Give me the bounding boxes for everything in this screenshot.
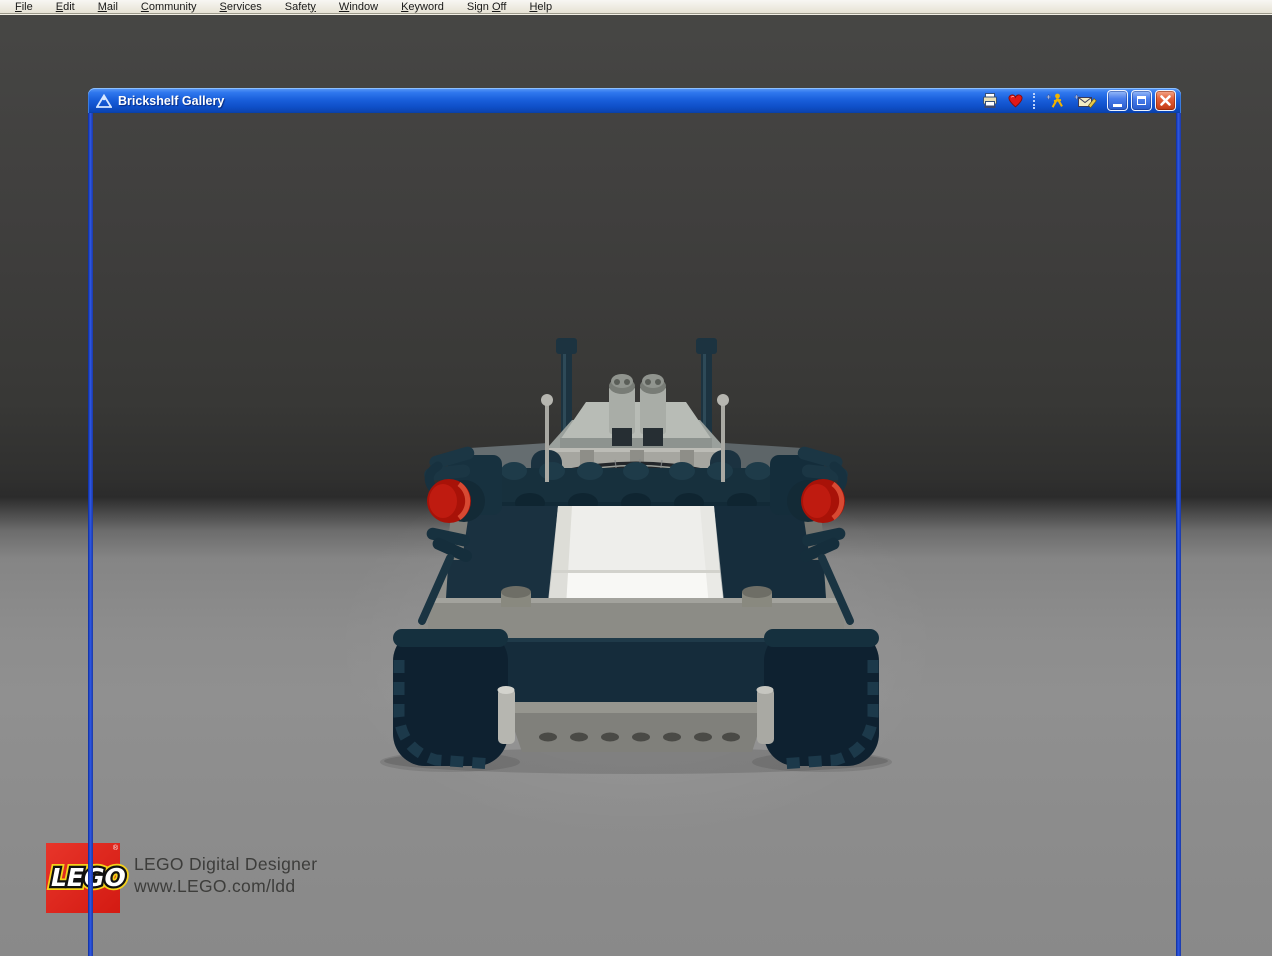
window-border-right[interactable] xyxy=(1176,113,1181,956)
render-backdrop-image: LEGO LEGO LEGO ® LEGO Digital Designer w… xyxy=(0,0,1272,956)
aol-window-icon xyxy=(96,93,112,108)
menu-item-keyword[interactable]: Keyword xyxy=(391,1,454,13)
aol-buddy-add-icon[interactable]: + xyxy=(1046,92,1066,109)
window-title: Brickshelf Gallery xyxy=(118,93,225,108)
window-border-left[interactable] xyxy=(88,113,93,956)
titlebar-separator xyxy=(1033,92,1037,109)
maximize-button[interactable] xyxy=(1131,90,1152,111)
menu-item-edit[interactable]: Edit xyxy=(46,1,85,13)
menu-item-file[interactable]: File xyxy=(5,1,43,13)
menu-item-sign-off[interactable]: Sign Off xyxy=(457,1,517,13)
menu-item-community[interactable]: Community xyxy=(131,1,207,13)
screen: LEGO LEGO LEGO ® LEGO Digital Designer w… xyxy=(0,0,1272,956)
menu-item-window[interactable]: Window xyxy=(329,1,388,13)
menu-item-help[interactable]: Help xyxy=(519,1,562,13)
menu-item-mail[interactable]: Mail xyxy=(88,1,128,13)
print-icon[interactable] xyxy=(981,92,999,109)
registered-mark: ® xyxy=(112,845,118,852)
watermark-line1: LEGO Digital Designer xyxy=(134,854,318,874)
write-mail-icon[interactable]: + xyxy=(1074,93,1097,109)
favorites-heart-icon[interactable] xyxy=(1007,93,1024,108)
window-titlebar[interactable]: Brickshelf Gallery + + xyxy=(88,88,1181,113)
minimize-button[interactable] xyxy=(1107,90,1128,111)
lego-vehicle-render xyxy=(380,338,892,774)
ldd-watermark: LEGO LEGO LEGO ® LEGO Digital Designer w… xyxy=(46,843,317,913)
svg-text:+: + xyxy=(1046,92,1051,102)
menu-item-services[interactable]: Services xyxy=(210,1,272,13)
lego-logo: LEGO LEGO LEGO ® xyxy=(46,843,130,913)
watermark-line2: www.LEGO.com/ldd xyxy=(134,876,296,896)
close-button[interactable] xyxy=(1155,90,1176,111)
menu-item-safety[interactable]: Safety xyxy=(275,1,326,13)
aol-menu-bar: File Edit Mail Community Services Safety Windo… xyxy=(0,0,1272,14)
